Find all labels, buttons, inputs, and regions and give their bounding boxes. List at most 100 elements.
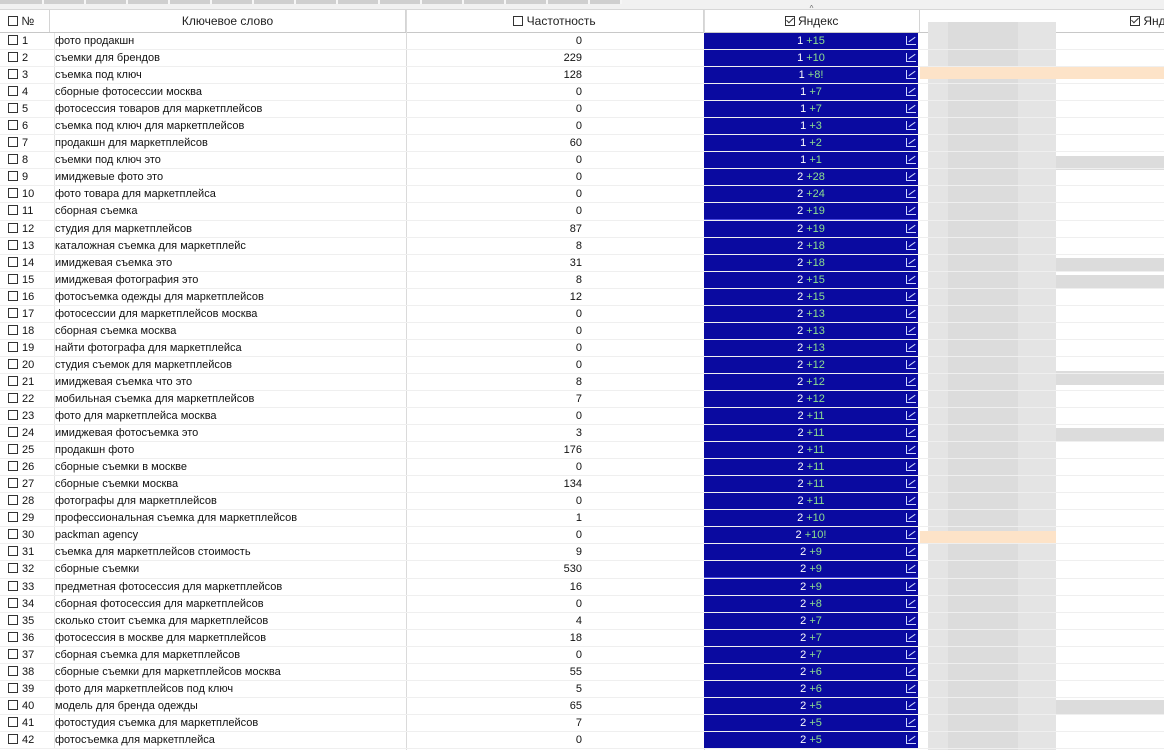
yandex-position-cell[interactable]: 2 +15 bbox=[704, 288, 918, 306]
line-chart-icon[interactable] bbox=[906, 87, 916, 97]
yandex-position-cell[interactable]: 2 +12 bbox=[704, 356, 918, 374]
keyword-cell[interactable]: сборные съемки москва bbox=[54, 476, 405, 494]
frequency-cell[interactable]: 8 bbox=[406, 374, 582, 391]
table-row[interactable]: 28 фотографы для маркетплейсов 0 2 +11 bbox=[0, 493, 1164, 511]
line-chart-icon[interactable] bbox=[906, 376, 916, 386]
keyword-cell[interactable]: имиджевая фотосъемка это bbox=[54, 425, 405, 443]
row-number-cell[interactable]: 12 bbox=[8, 221, 50, 238]
yandex-position-cell[interactable]: 2 +19 bbox=[704, 203, 918, 221]
line-chart-icon[interactable] bbox=[906, 649, 916, 659]
yandex-position-cell[interactable]: 1 +15 bbox=[704, 33, 918, 50]
frequency-cell[interactable]: 16 bbox=[406, 579, 582, 596]
frequency-cell[interactable]: 0 bbox=[406, 408, 582, 425]
table-row[interactable]: 42 фотосъемка для маркетплейса 0 2 +5 bbox=[0, 731, 1164, 749]
keyword-cell[interactable]: имиджевые фото это bbox=[54, 169, 405, 187]
toolbar-tab[interactable] bbox=[464, 0, 506, 4]
frequency-cell[interactable]: 0 bbox=[406, 84, 582, 101]
table-row[interactable]: 16 фотосъемка одежды для маркетплейсов 12 2… bbox=[0, 288, 1164, 306]
row-number-cell[interactable]: 6 bbox=[8, 118, 50, 135]
toolbar-tab[interactable] bbox=[548, 0, 590, 4]
yandex-position-cell[interactable]: 2 +5 bbox=[704, 714, 918, 732]
row-checkbox[interactable] bbox=[8, 137, 18, 148]
keyword-cell[interactable]: съемки под ключ это bbox=[54, 152, 405, 170]
row-number-cell[interactable]: 20 bbox=[8, 357, 50, 374]
row-checkbox[interactable] bbox=[8, 495, 18, 506]
keyword-cell[interactable]: фотосессия товаров для маркетплейсов bbox=[54, 101, 405, 119]
row-number-cell[interactable]: 33 bbox=[8, 579, 50, 596]
line-chart-icon[interactable] bbox=[906, 325, 916, 335]
row-number-cell[interactable]: 11 bbox=[8, 203, 50, 220]
frequency-cell[interactable]: 0 bbox=[406, 101, 582, 118]
line-chart-icon[interactable] bbox=[906, 257, 916, 267]
table-row[interactable]: 34 сборная фотосессия для маркетплейсов 0 2… bbox=[0, 595, 1164, 613]
row-checkbox[interactable] bbox=[8, 529, 18, 540]
toolbar-tab[interactable] bbox=[380, 0, 422, 4]
row-checkbox[interactable] bbox=[8, 512, 18, 523]
keyword-cell[interactable]: фотосъемка для маркетплейса bbox=[54, 731, 405, 749]
table-row[interactable]: 25 продакшн фото 176 2 +11 bbox=[0, 442, 1164, 460]
keyword-cell[interactable]: предметная фотосессия для маркетплейсов bbox=[54, 578, 405, 596]
row-checkbox[interactable] bbox=[8, 682, 18, 693]
header-frequency[interactable]: Частотность bbox=[406, 10, 704, 32]
line-chart-icon[interactable] bbox=[906, 479, 916, 489]
select-all-checkbox[interactable] bbox=[8, 16, 18, 26]
yandex-position-cell[interactable]: 1 +10 bbox=[704, 50, 918, 68]
keyword-cell[interactable]: фотосессия в москве для маркетплейсов bbox=[54, 629, 405, 647]
frequency-cell[interactable]: 4 bbox=[406, 613, 582, 630]
row-number-cell[interactable]: 5 bbox=[8, 101, 50, 118]
keyword-cell[interactable]: фотографы для маркетплейсов bbox=[54, 493, 405, 511]
yandex-position-cell[interactable]: 2 +5 bbox=[704, 697, 918, 715]
line-chart-icon[interactable] bbox=[906, 206, 916, 216]
yandex-position-cell[interactable]: 2 +6 bbox=[704, 663, 918, 681]
row-number-cell[interactable]: 15 bbox=[8, 272, 50, 289]
keyword-cell[interactable]: студия съемок для маркетплейсов bbox=[54, 356, 405, 374]
row-checkbox[interactable] bbox=[8, 86, 18, 97]
row-checkbox[interactable] bbox=[8, 35, 18, 45]
frequency-cell[interactable]: 530 bbox=[406, 561, 582, 578]
row-number-cell[interactable]: 38 bbox=[8, 664, 50, 681]
row-checkbox[interactable] bbox=[8, 324, 18, 335]
line-chart-icon[interactable] bbox=[906, 564, 916, 574]
row-checkbox[interactable] bbox=[8, 341, 18, 352]
yandex-position-cell[interactable]: 2 +11 bbox=[704, 459, 918, 477]
yandex-position-cell[interactable]: 2 +11 bbox=[704, 442, 918, 460]
yandex-position-cell[interactable]: 2 +6 bbox=[704, 680, 918, 698]
keyword-cell[interactable]: сборная съемка для маркетплейсов bbox=[54, 646, 405, 664]
table-row[interactable]: 5 фотосессия товаров для маркетплейсов 0 1 … bbox=[0, 101, 1164, 119]
frequency-cell[interactable]: 87 bbox=[406, 221, 582, 238]
frequency-cell[interactable]: 176 bbox=[406, 442, 582, 459]
frequency-checkbox[interactable] bbox=[513, 16, 524, 26]
toolbar-tab[interactable] bbox=[590, 0, 622, 4]
line-chart-icon[interactable] bbox=[906, 666, 916, 676]
yandex-position-cell[interactable]: 2 +10 bbox=[704, 510, 918, 528]
frequency-cell[interactable]: 0 bbox=[406, 357, 582, 374]
line-chart-icon[interactable] bbox=[906, 308, 916, 318]
toolbar-tab[interactable] bbox=[422, 0, 464, 4]
frequency-cell[interactable]: 0 bbox=[406, 323, 582, 340]
table-row[interactable]: 15 имиджевая фотография это 8 2 +15 bbox=[0, 271, 1164, 289]
keyword-cell[interactable]: фотостудия съемка для маркетплейсов bbox=[54, 714, 405, 732]
row-number-cell[interactable]: 1 bbox=[8, 33, 50, 50]
frequency-cell[interactable]: 7 bbox=[406, 391, 582, 408]
table-row[interactable]: 40 модель для бренда одежды 65 2 +5 bbox=[0, 697, 1164, 715]
frequency-cell[interactable]: 9 bbox=[406, 544, 582, 561]
keyword-cell[interactable]: мобильная съемка для маркетплейсов bbox=[54, 390, 405, 408]
toolbar-tab[interactable] bbox=[170, 0, 212, 4]
line-chart-icon[interactable] bbox=[906, 734, 916, 744]
frequency-cell[interactable]: 0 bbox=[406, 152, 582, 169]
yandex-position-cell[interactable]: 2 +28 bbox=[704, 169, 918, 187]
keyword-cell[interactable]: сборные фотосессии москва bbox=[54, 84, 405, 102]
row-checkbox[interactable] bbox=[8, 648, 18, 659]
row-number-cell[interactable]: 18 bbox=[8, 323, 50, 340]
frequency-cell[interactable]: 60 bbox=[406, 135, 582, 152]
table-row[interactable]: 12 студия для маркетплейсов 87 2 +19 bbox=[0, 220, 1164, 238]
yandex-position-cell[interactable]: 2 +11 bbox=[704, 408, 918, 426]
line-chart-icon[interactable] bbox=[906, 428, 916, 438]
row-checkbox[interactable] bbox=[8, 103, 18, 114]
line-chart-icon[interactable] bbox=[906, 462, 916, 472]
toolbar-tab[interactable] bbox=[0, 0, 44, 4]
row-checkbox[interactable] bbox=[8, 631, 18, 642]
table-row[interactable]: 26 сборные съемки в москве 0 2 +11 bbox=[0, 459, 1164, 477]
frequency-cell[interactable]: 55 bbox=[406, 664, 582, 681]
row-number-cell[interactable]: 21 bbox=[8, 374, 50, 391]
